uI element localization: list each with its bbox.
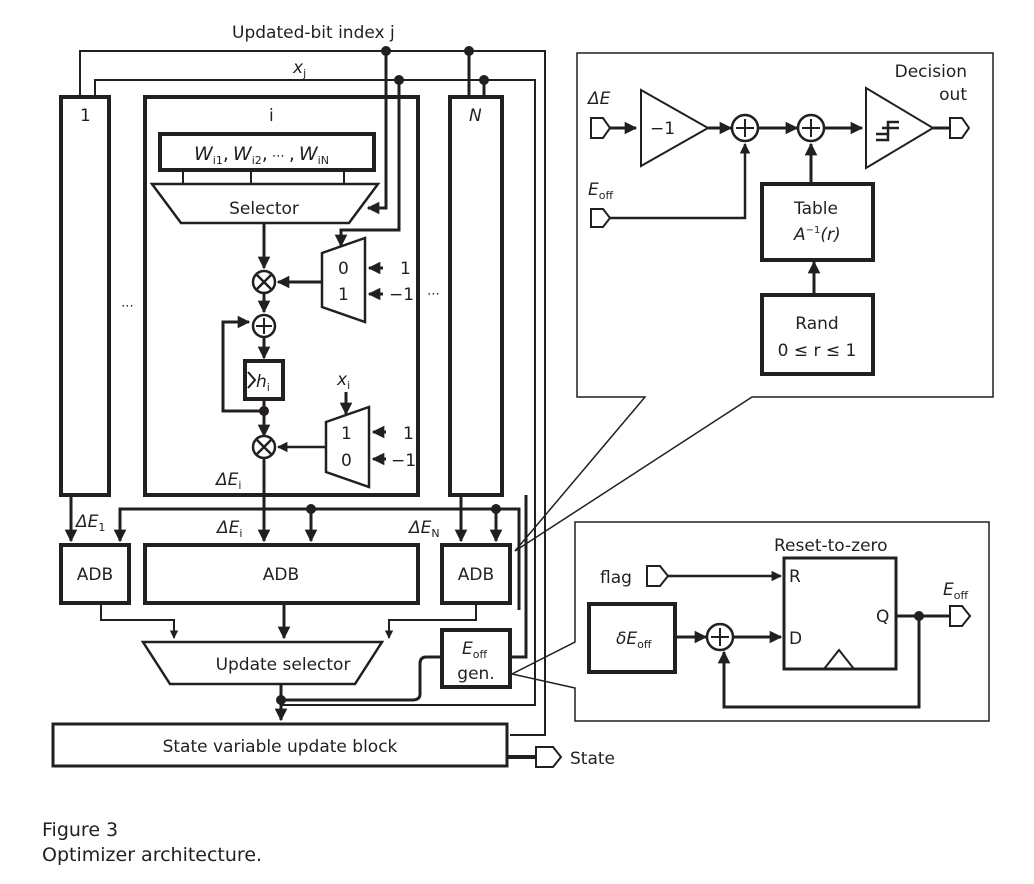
rand-block: [760, 293, 875, 376]
rand-range-label: 0 ≤ r ≤ 1: [778, 341, 857, 361]
eoff-gen-label: Eoff: [462, 639, 487, 661]
eoff-gen-sub-label: gen.: [457, 664, 494, 684]
xi-label: xi: [336, 370, 350, 392]
multiplier-top: [251, 269, 277, 295]
figure-title: Optimizer architecture.: [42, 844, 263, 866]
decision-output-port: [949, 117, 971, 139]
table-label: Table: [793, 199, 838, 219]
delta-e-input-label: ΔE: [586, 89, 611, 109]
port-q-label: Q: [876, 607, 889, 627]
mux-bottom-val1: −1: [391, 451, 416, 471]
eoff-adder: [705, 622, 735, 652]
reset-to-zero-title: Reset-to-zero: [774, 536, 888, 556]
delta-e-i-label-inner: ΔEi: [214, 470, 241, 492]
delta-eoff-label: δEoff: [616, 629, 652, 651]
junction-dot: [259, 406, 269, 416]
mux-top-val1: −1: [389, 285, 414, 305]
decision-out-label-line1: Decision: [895, 62, 967, 82]
mux-bottom-val0: 1: [403, 424, 414, 444]
figure-number: Figure 3: [42, 819, 119, 841]
state-output-label: State: [570, 749, 615, 769]
optimizer-architecture-diagram: Updated-bit index j xj 1 i N ⋯ ⋯ Wi1, Wi2…: [51, 23, 994, 769]
state-output-port: [535, 746, 563, 768]
selector-label: Selector: [229, 199, 299, 219]
ellipsis-left: ⋯: [121, 299, 134, 314]
clock-icon: [823, 648, 855, 670]
delta-e-i-label: ΔEi: [215, 518, 242, 540]
ellipsis-right: ⋯: [427, 287, 440, 302]
junction-dot: [381, 46, 391, 56]
table-block: [760, 182, 875, 262]
h-register-label: hi: [256, 372, 270, 394]
flag-label: flag: [600, 568, 632, 588]
mux-top-in0: 0: [338, 259, 349, 279]
port-d-label: D: [789, 629, 802, 649]
adb-i-label: ADB: [263, 565, 299, 585]
accumulator-adder: [251, 313, 277, 339]
top-bus-label: Updated-bit index j: [232, 23, 395, 43]
junction-dot: [491, 504, 501, 514]
gain-label: −1: [650, 119, 675, 139]
eoff-input-label: Eoff: [588, 180, 613, 202]
mux-bottom-in1: 0: [341, 451, 352, 471]
mux-top: [320, 236, 367, 324]
multiplier-bottom: [251, 434, 277, 460]
mux-top-val0: 1: [400, 259, 411, 279]
port-r-label: R: [789, 567, 801, 587]
eoff-output-label: Eoff: [943, 580, 968, 602]
junction-dot: [394, 75, 404, 85]
column-i-label: i: [269, 106, 274, 126]
adb-N-label: ADB: [458, 565, 494, 585]
delta-e-input-port: [590, 117, 612, 139]
update-selector-label: Update selector: [216, 655, 351, 675]
column-N-block: [448, 95, 504, 497]
mux-bottom-in0: 1: [341, 424, 352, 444]
table-function-label: A−1(r): [793, 225, 841, 245]
figure-caption: Figure 3 Optimizer architecture.: [42, 818, 262, 868]
xj-label: xj: [292, 58, 306, 80]
eoff-output-port: [949, 605, 972, 627]
eoff-input-port: [590, 208, 612, 228]
delta-e-N-label: ΔEN: [407, 518, 440, 540]
junction-dot: [306, 504, 316, 514]
column-first-label: 1: [80, 106, 91, 126]
adder-1: [730, 113, 760, 143]
flag-input-port: [646, 565, 670, 587]
mux-bottom: [324, 405, 371, 489]
adb-1-label: ADB: [77, 565, 113, 585]
delta-e-1-label: ΔE1: [74, 512, 105, 534]
column-1-block: [59, 95, 111, 497]
weights-label: Wi1, Wi2, ⋯, WiN: [194, 143, 329, 167]
threshold-icon: [876, 120, 899, 142]
state-block-label: State variable update block: [163, 737, 398, 757]
junction-dot: [479, 75, 489, 85]
junction-dot: [464, 46, 474, 56]
adder-2: [796, 113, 826, 143]
rand-label: Rand: [795, 314, 838, 334]
decision-out-label-line2: out: [939, 85, 967, 105]
comparator: [865, 86, 935, 170]
column-last-label: N: [469, 106, 482, 126]
eoff-detail-callout: [509, 521, 990, 722]
mux-top-in1: 1: [338, 285, 349, 305]
